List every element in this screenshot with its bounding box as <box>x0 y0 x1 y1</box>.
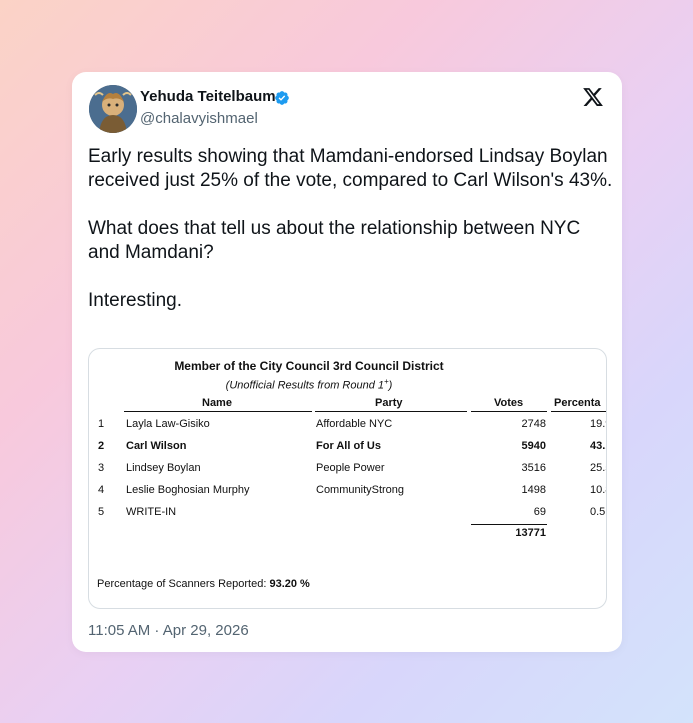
candidate-party: People Power <box>316 462 385 474</box>
candidate-name: Layla Law-Gisiko <box>126 418 210 430</box>
tweet-text: Early results showing that Mamdani-endor… <box>88 145 613 313</box>
scanners-label: Percentage of Scanners Reported: <box>97 578 267 590</box>
avatar-image-icon <box>89 85 137 133</box>
candidate-votes: 3516 <box>521 462 546 474</box>
scanners-reported: Percentage of Scanners Reported: 93.20 % <box>97 578 310 590</box>
table-row: 3 Lindsey Boylan People Power 3516 25.5 <box>89 462 606 484</box>
row-number: 2 <box>98 440 105 452</box>
header-underline-party <box>315 411 467 412</box>
verified-badge-icon <box>275 91 289 105</box>
candidate-name: Carl Wilson <box>126 440 187 452</box>
table-row: 4 Leslie Boghosian Murphy CommunityStron… <box>89 484 606 506</box>
header-party: Party <box>375 397 403 409</box>
row-number: 1 <box>98 418 105 430</box>
candidate-name: WRITE-IN <box>126 506 177 518</box>
results-subtitle-end: ) <box>388 379 393 392</box>
candidate-votes: 1498 <box>521 484 546 496</box>
candidate-party: Affordable NYC <box>316 418 393 430</box>
row-number: 5 <box>98 506 105 518</box>
header-underline-percentage <box>551 411 606 412</box>
candidate-percentage: 19.9 <box>590 418 606 430</box>
table-row: 2 Carl Wilson For All of Us 5940 43.1 <box>89 440 606 462</box>
results-subtitle-text: (Unofficial Results from Round 1 <box>225 379 384 392</box>
header-name: Name <box>202 397 232 409</box>
results-subtitle: (Unofficial Results from Round 1+) <box>89 377 529 392</box>
avatar[interactable] <box>89 85 137 133</box>
candidate-votes: 5940 <box>521 440 546 452</box>
candidate-name: Lindsey Boylan <box>126 462 201 474</box>
results-table: Member of the City Council 3rd Council D… <box>89 349 606 608</box>
candidate-votes: 69 <box>533 506 546 518</box>
candidate-percentage: 43.1 <box>590 440 606 452</box>
total-votes: 13771 <box>515 527 546 539</box>
tweet-card: Yehuda Teitelbaum @chalavyishmael Early … <box>72 72 622 652</box>
candidate-name: Leslie Boghosian Murphy <box>126 484 250 496</box>
candidate-party: CommunityStrong <box>316 484 405 496</box>
candidate-party: For All of Us <box>316 440 381 452</box>
results-image[interactable]: Member of the City Council 3rd Council D… <box>88 348 607 609</box>
author-name[interactable]: Yehuda Teitelbaum <box>140 88 276 105</box>
scanners-value: 93.20 % <box>269 578 310 590</box>
tweet-paragraph-3: Interesting. <box>88 290 182 311</box>
author-handle[interactable]: @chalavyishmael <box>140 110 258 127</box>
header-underline-name <box>124 411 312 412</box>
header-votes: Votes <box>494 397 524 409</box>
table-row: 1 Layla Law-Gisiko Affordable NYC 2748 1… <box>89 418 606 440</box>
candidate-percentage: 25.5 <box>590 462 606 474</box>
tweet-paragraph-1: Early results showing that Mamdani-endor… <box>88 146 613 191</box>
tweet-paragraph-2: What does that tell us about the relatio… <box>88 218 581 263</box>
candidate-votes: 2748 <box>521 418 546 430</box>
candidate-percentage: 0.5 <box>590 506 606 518</box>
row-number: 3 <box>98 462 105 474</box>
candidate-percentage: 10.8 <box>590 484 606 496</box>
row-number: 4 <box>98 484 105 496</box>
x-logo-icon[interactable] <box>582 86 604 108</box>
results-title: Member of the City Council 3rd Council D… <box>174 359 444 373</box>
header-underline-votes <box>471 411 547 412</box>
tweet-timestamp[interactable]: 11:05 AM · Apr 29, 2026 <box>88 622 249 639</box>
header-percentage: Percenta <box>554 397 601 409</box>
total-underline <box>471 524 547 525</box>
